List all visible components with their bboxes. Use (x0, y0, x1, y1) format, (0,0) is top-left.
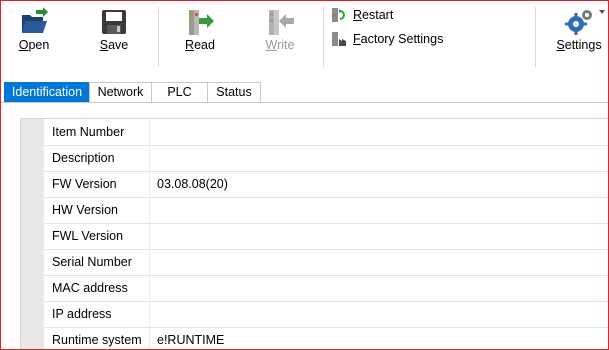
factory-settings-icon (332, 32, 346, 46)
property-name: Serial Number (52, 255, 132, 269)
settings-dropdown-arrow-icon[interactable] (599, 10, 605, 14)
gears-icon (565, 10, 592, 35)
property-row-fwl-version: FWL Version (44, 223, 608, 250)
property-row-description: Description (44, 145, 608, 172)
property-value: 03.08.08(20) (157, 177, 228, 191)
column-divider (149, 275, 150, 301)
column-divider (149, 145, 150, 171)
open-label: Open (18, 38, 50, 52)
save-label: Save (99, 38, 129, 52)
column-divider (149, 223, 150, 249)
property-name: FW Version (52, 177, 117, 191)
property-name: Runtime system (52, 333, 142, 347)
property-row-serial-number: Serial Number (44, 249, 608, 276)
read-label: Read (185, 38, 215, 52)
tab-identification[interactable]: Identification (4, 82, 90, 102)
property-row-item-number: Item Number (44, 119, 608, 146)
toolbar-separator (323, 7, 324, 67)
column-divider (149, 327, 150, 349)
column-divider (149, 301, 150, 327)
restart-button[interactable]: Restart (331, 5, 393, 25)
property-row-mac-address: MAC address (44, 275, 608, 302)
tab-status[interactable]: Status (207, 82, 261, 102)
toolbar-separator (158, 7, 159, 67)
property-name: MAC address (52, 281, 128, 295)
floppy-disk-icon (102, 10, 126, 34)
property-grid: Item Number Description FW Version 03.08… (20, 118, 608, 349)
tab-plc[interactable]: PLC (151, 82, 208, 102)
property-name: HW Version (52, 203, 118, 217)
write-label: Write (265, 38, 295, 52)
property-name: Description (52, 151, 115, 165)
property-name: Item Number (52, 125, 125, 139)
settings-label: Settings (556, 38, 602, 52)
property-name: FWL Version (52, 229, 124, 243)
property-name: IP address (52, 307, 112, 321)
save-button[interactable]: Save (94, 5, 134, 57)
toolbar: Open Save Read Write Restart Factory Set… (1, 1, 608, 75)
restart-label: Restart (353, 8, 394, 22)
application-window: Open Save Read Write Restart Factory Set… (0, 0, 609, 350)
property-value: e!RUNTIME (157, 333, 225, 347)
column-divider (149, 171, 150, 197)
column-divider (149, 249, 150, 275)
property-row-fw-version: FW Version 03.08.08(20) (44, 171, 608, 198)
row-header-gutter (21, 119, 44, 349)
identification-panel: Item Number Description FW Version 03.08… (3, 103, 608, 349)
read-device-icon (189, 10, 214, 35)
read-button[interactable]: Read (179, 5, 221, 57)
column-divider (149, 197, 150, 223)
factory-settings-label: Factory Settings (353, 32, 444, 46)
tab-network[interactable]: Network (89, 82, 152, 102)
property-row-runtime-system: Runtime system e!RUNTIME (44, 327, 608, 349)
toolbar-separator (535, 7, 536, 67)
folder-open-icon (22, 7, 48, 33)
write-device-icon (269, 10, 294, 35)
property-row-hw-version: HW Version (44, 197, 608, 224)
property-row-ip-address: IP address (44, 301, 608, 328)
write-button[interactable]: Write (259, 5, 301, 57)
restart-icon (332, 8, 345, 22)
open-button[interactable]: Open (13, 5, 55, 57)
factory-settings-button[interactable]: Factory Settings (331, 29, 443, 49)
column-divider (149, 119, 150, 145)
